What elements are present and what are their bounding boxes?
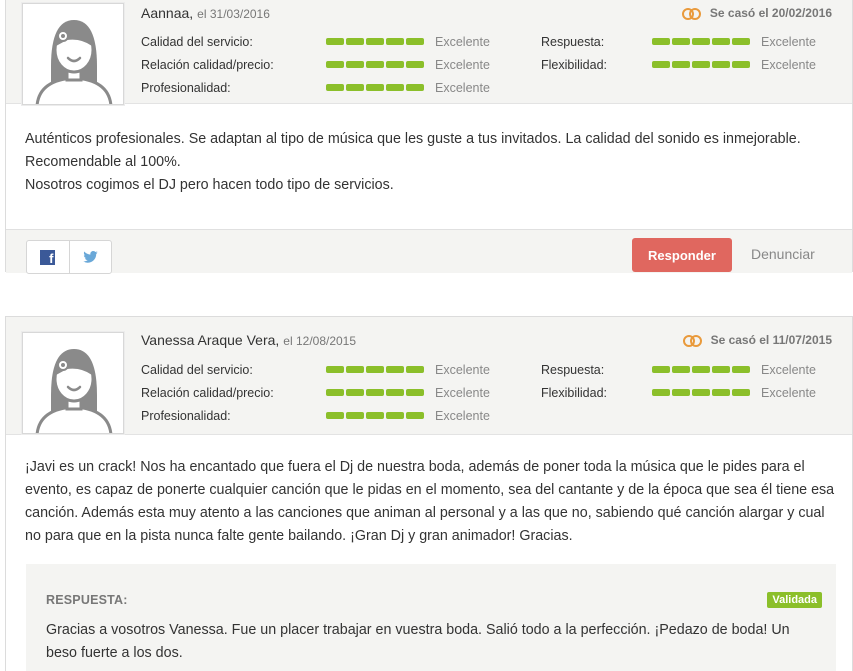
rating-row: Profesionalidad: Excelente — [141, 79, 501, 97]
rating-bar — [326, 412, 424, 419]
rating-bar — [652, 38, 750, 45]
review-paragraph: Nosotros cogimos el DJ pero hacen todo t… — [25, 177, 394, 193]
wedding-rings-icon — [681, 7, 702, 20]
wedding-date: Se casó el 11/07/2015 — [682, 333, 832, 347]
rating-bar — [326, 84, 424, 91]
review-author: Vanessa Araque Vera, el 12/08/2015 — [141, 332, 356, 348]
rating-label: Relación calidad/precio: — [141, 386, 274, 400]
review-date: el 12/08/2015 — [283, 334, 357, 348]
rating-value: Excelente — [761, 58, 816, 72]
rating-bar — [652, 366, 750, 373]
default-bride-avatar-icon — [35, 349, 113, 433]
avatar — [22, 3, 124, 105]
rating-label: Respuesta: — [541, 363, 605, 377]
rating-value: Excelente — [435, 35, 490, 49]
rating-label: Calidad del servicio: — [141, 35, 253, 49]
rating-value: Excelente — [435, 363, 490, 377]
wedding-date: Se casó el 20/02/2016 — [681, 6, 832, 20]
report-link[interactable]: Denunciar — [751, 246, 815, 262]
rating-row: Relación calidad/precio: Excelente — [141, 56, 501, 74]
wedding-rings-icon — [682, 334, 703, 347]
review-card: Vanessa Araque Vera, el 12/08/2015 Se cas… — [5, 316, 853, 671]
avatar — [22, 332, 124, 434]
review-paragraph: ¡Javi es un crack! Nos ha encantado que … — [25, 459, 835, 544]
rating-value: Excelente — [435, 409, 490, 423]
rating-value: Excelente — [435, 58, 490, 72]
rating-row: Calidad del servicio: Excelente — [141, 361, 501, 379]
rating-row: Calidad del servicio: Excelente — [141, 33, 501, 51]
validated-badge: Validada — [767, 592, 822, 608]
rating-label: Relación calidad/precio: — [141, 58, 274, 72]
review-paragraph: Auténticos profesionales. Se adaptan al … — [25, 131, 801, 147]
reply-button[interactable]: Responder — [632, 238, 732, 272]
twitter-icon — [83, 251, 98, 263]
review-author: Aannaa, el 31/03/2016 — [141, 5, 270, 21]
rating-row: Respuesta: Excelente — [541, 361, 853, 379]
rating-value: Excelente — [761, 363, 816, 377]
review-date: el 31/03/2016 — [197, 7, 270, 21]
review-header: Vanessa Araque Vera, el 12/08/2015 Se cas… — [6, 317, 852, 435]
rating-label: Calidad del servicio: — [141, 363, 253, 377]
rating-value: Excelente — [435, 386, 490, 400]
rating-value: Excelente — [761, 386, 816, 400]
rating-row: Profesionalidad: Excelente — [141, 407, 501, 425]
rating-label: Flexibilidad: — [541, 386, 608, 400]
facebook-share-button[interactable]: f — [27, 241, 69, 273]
default-bride-avatar-icon — [35, 20, 113, 104]
vendor-response: RESPUESTA: Validada Gracias a vosotros V… — [26, 564, 836, 671]
author-name[interactable]: Vanessa Araque Vera, — [141, 332, 279, 348]
rating-value: Excelente — [435, 81, 490, 95]
review-card: Aannaa, el 31/03/2016 Se casó el 20/02/20… — [5, 0, 853, 274]
rating-label: Profesionalidad: — [141, 81, 231, 95]
rating-row: Flexibilidad: Excelente — [541, 56, 853, 74]
wedding-date-text: Se casó el 20/02/2016 — [709, 6, 832, 20]
review-paragraph: Recomendable al 100%. — [25, 154, 181, 170]
share-buttons: f — [26, 240, 112, 274]
rating-row: Relación calidad/precio: Excelente — [141, 384, 501, 402]
review-header: Aannaa, el 31/03/2016 Se casó el 20/02/20… — [6, 0, 853, 105]
rating-bar — [326, 366, 424, 373]
review-text: Auténticos profesionales. Se adaptan al … — [25, 128, 836, 197]
rating-bar — [326, 389, 424, 396]
review-footer: f Responder Denunciar — [6, 229, 852, 274]
rating-bar — [326, 38, 424, 45]
rating-bar — [652, 389, 750, 396]
wedding-date-text: Se casó el 11/07/2015 — [710, 333, 832, 347]
facebook-icon: f — [40, 249, 56, 265]
author-name[interactable]: Aannaa, — [141, 5, 193, 21]
rating-label: Respuesta: — [541, 35, 605, 49]
review-text: ¡Javi es un crack! Nos ha encantado que … — [25, 456, 836, 548]
rating-bar — [652, 61, 750, 68]
twitter-share-button[interactable] — [68, 241, 111, 273]
rating-value: Excelente — [761, 35, 816, 49]
rating-label: Profesionalidad: — [141, 409, 231, 423]
rating-label: Flexibilidad: — [541, 58, 608, 72]
response-title: RESPUESTA: — [46, 593, 128, 607]
response-text: Gracias a vosotros Vanessa. Fue un place… — [46, 622, 790, 661]
rating-bar — [326, 61, 424, 68]
rating-row: Respuesta: Excelente — [541, 33, 853, 51]
rating-row: Flexibilidad: Excelente — [541, 384, 853, 402]
